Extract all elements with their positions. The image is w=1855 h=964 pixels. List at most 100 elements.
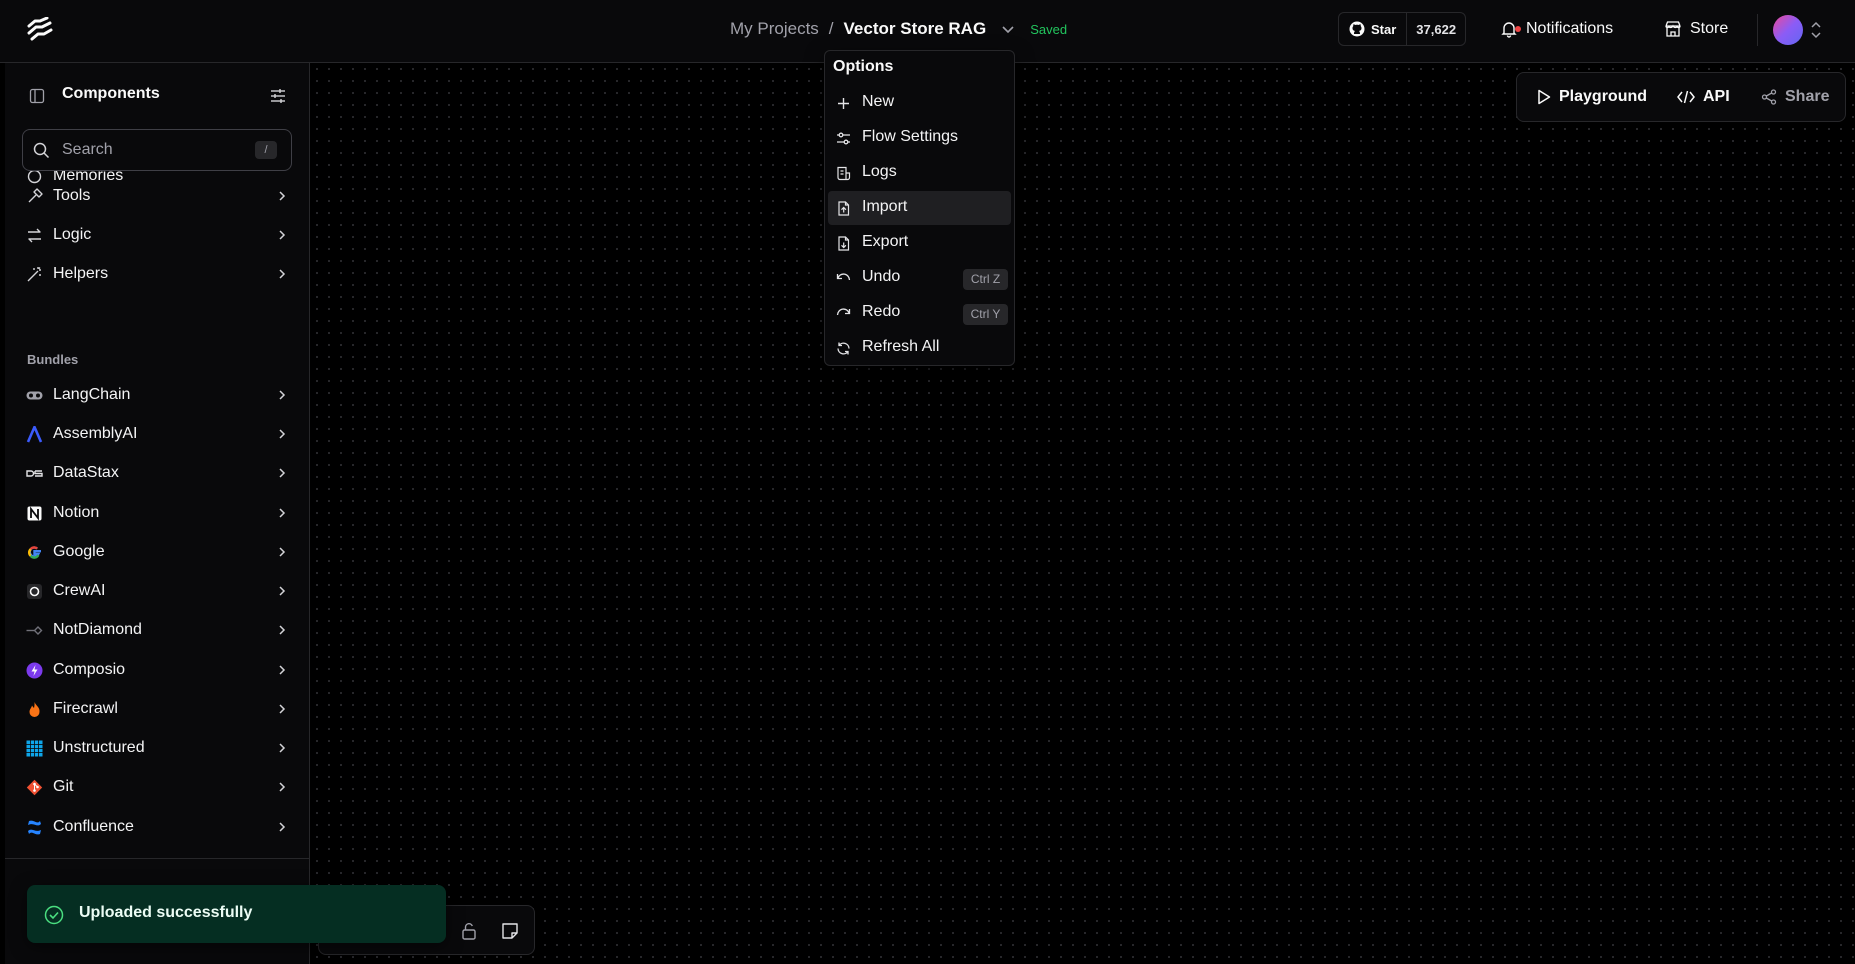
sidebar-item-label: DataStax: [53, 464, 119, 481]
chevron-right-icon: [275, 741, 289, 755]
store-button[interactable]: Store: [1664, 12, 1728, 46]
plus-icon: [836, 96, 851, 111]
breadcrumb-my-projects[interactable]: My Projects: [730, 19, 819, 39]
sidebar-panel-icon[interactable]: [29, 88, 45, 104]
share-label: Share: [1785, 88, 1830, 105]
sidebar-bundle-composio[interactable]: Composio: [5, 653, 309, 687]
breadcrumb-separator: /: [828, 19, 834, 38]
sidebar-bundle-notion[interactable]: Notion: [5, 496, 309, 530]
menu-item-flow-settings[interactable]: Flow Settings: [828, 121, 1011, 155]
user-avatar[interactable]: [1773, 15, 1803, 45]
menu-item-label: New: [862, 93, 895, 110]
search-placeholder: Search: [62, 141, 113, 158]
chevron-right-icon: [275, 623, 289, 637]
github-star-count: 37,622: [1416, 21, 1457, 37]
flow-name[interactable]: Vector Store RAG: [844, 19, 987, 39]
notifications-button[interactable]: Notifications: [1500, 12, 1613, 46]
sidebar-item-label: Helpers: [53, 265, 109, 282]
sidebar-item-label: Composio: [53, 661, 126, 678]
menu-item-new[interactable]: New: [828, 86, 1011, 120]
sidebar-bundle-assemblyai[interactable]: AssemblyAI: [5, 417, 309, 451]
component-search-input[interactable]: Search /: [22, 129, 292, 171]
notion-icon: [26, 505, 43, 522]
api-button[interactable]: API: [1677, 73, 1730, 121]
langflow-logo-icon[interactable]: [26, 17, 54, 41]
menu-item-label: Undo: [862, 268, 901, 285]
check-circle-icon: [44, 905, 64, 925]
chevron-right-icon: [275, 663, 289, 677]
menu-item-undo[interactable]: Undo Ctrl Z: [828, 261, 1011, 295]
sidebar-bundle-langchain[interactable]: LangChain: [5, 378, 309, 412]
api-label: API: [1703, 88, 1730, 105]
canvas-actions-panel: Playground API Share: [1516, 72, 1846, 122]
sidebar-bundle-firecrawl[interactable]: Firecrawl: [5, 692, 309, 726]
chevron-right-icon: [275, 584, 289, 598]
sidebar-item-label: CrewAI: [53, 582, 106, 599]
chevron-right-icon: [275, 427, 289, 441]
note-icon[interactable]: [501, 922, 519, 940]
hammer-icon: [26, 188, 43, 205]
notifications-label: Notifications: [1526, 20, 1614, 37]
menu-item-label: Flow Settings: [862, 128, 959, 145]
header-divider: [1757, 14, 1758, 46]
sidebar-bundle-git[interactable]: Git: [5, 770, 309, 804]
success-toast: Uploaded successfully: [27, 885, 446, 943]
flow-canvas[interactable]: [311, 63, 1855, 964]
menu-item-import[interactable]: Import: [828, 191, 1011, 225]
sidebar-item-label: Notion: [53, 504, 100, 521]
redo-shortcut: Ctrl Y: [963, 304, 1008, 325]
sidebar-item-helpers[interactable]: Helpers: [5, 257, 309, 291]
logs-icon: [836, 166, 851, 181]
firecrawl-icon: [26, 701, 43, 718]
chevron-up-down-icon[interactable]: [1809, 21, 1823, 39]
sidebar-item-logic[interactable]: Logic: [5, 218, 309, 252]
chevron-right-icon: [275, 189, 289, 203]
menu-item-logs[interactable]: Logs: [828, 156, 1011, 190]
refresh-icon: [836, 341, 851, 356]
langchain-icon: [26, 387, 43, 404]
menu-item-export[interactable]: Export: [828, 226, 1011, 260]
chevron-down-icon[interactable]: [1000, 21, 1016, 37]
menu-item-label: Export: [862, 233, 909, 250]
github-icon: [1349, 21, 1365, 37]
sidebar-divider: [5, 858, 309, 859]
sidebar-item-label: Firecrawl: [53, 700, 118, 717]
menu-item-refresh-all[interactable]: Refresh All: [828, 331, 1011, 365]
menu-item-label: Logs: [862, 163, 897, 180]
playground-button[interactable]: Playground: [1537, 73, 1647, 121]
sidebar-item-label: LangChain: [53, 386, 131, 403]
datastax-icon: [26, 465, 43, 482]
chevron-right-icon: [275, 388, 289, 402]
options-menu-title: Options: [833, 58, 894, 75]
github-star-button[interactable]: Star 37,622: [1338, 12, 1467, 46]
menu-item-label: Redo: [862, 303, 901, 320]
components-sidebar: Components Search / Memories Tools Logic…: [5, 63, 310, 964]
share-icon: [1761, 89, 1777, 105]
code-icon: [1677, 89, 1695, 105]
sidebar-bundle-crewai[interactable]: CrewAI: [5, 574, 309, 608]
unlock-icon[interactable]: [460, 922, 478, 940]
sidebar-bundle-google[interactable]: Google: [5, 535, 309, 569]
sidebar-bundle-datastax[interactable]: DataStax: [5, 456, 309, 490]
chevron-right-icon: [275, 267, 289, 281]
undo-icon: [836, 271, 851, 286]
search-shortcut-key: /: [255, 141, 277, 159]
sidebar-bundle-confluence[interactable]: Confluence: [5, 810, 309, 844]
bell-icon: [1500, 20, 1521, 38]
sidebar-item-label: AssemblyAI: [53, 425, 138, 442]
sidebar-item-tools[interactable]: Tools: [5, 179, 309, 213]
assemblyai-icon: [26, 426, 43, 443]
share-button[interactable]: Share: [1761, 73, 1829, 121]
file-import-icon: [836, 201, 851, 216]
menu-item-redo[interactable]: Redo Ctrl Y: [828, 296, 1011, 330]
sidebar-bundle-notdiamond[interactable]: NotDiamond: [5, 613, 309, 647]
sidebar-bundle-unstructured[interactable]: Unstructured: [5, 731, 309, 765]
crewai-icon: [26, 583, 43, 600]
confluence-icon: [26, 819, 43, 836]
sidebar-item-label: Tools: [53, 187, 91, 204]
filter-sliders-icon[interactable]: [269, 87, 287, 105]
search-icon: [33, 142, 50, 159]
settings-sliders-icon: [836, 131, 851, 146]
chevron-right-icon: [275, 228, 289, 242]
composio-icon: [26, 662, 43, 679]
